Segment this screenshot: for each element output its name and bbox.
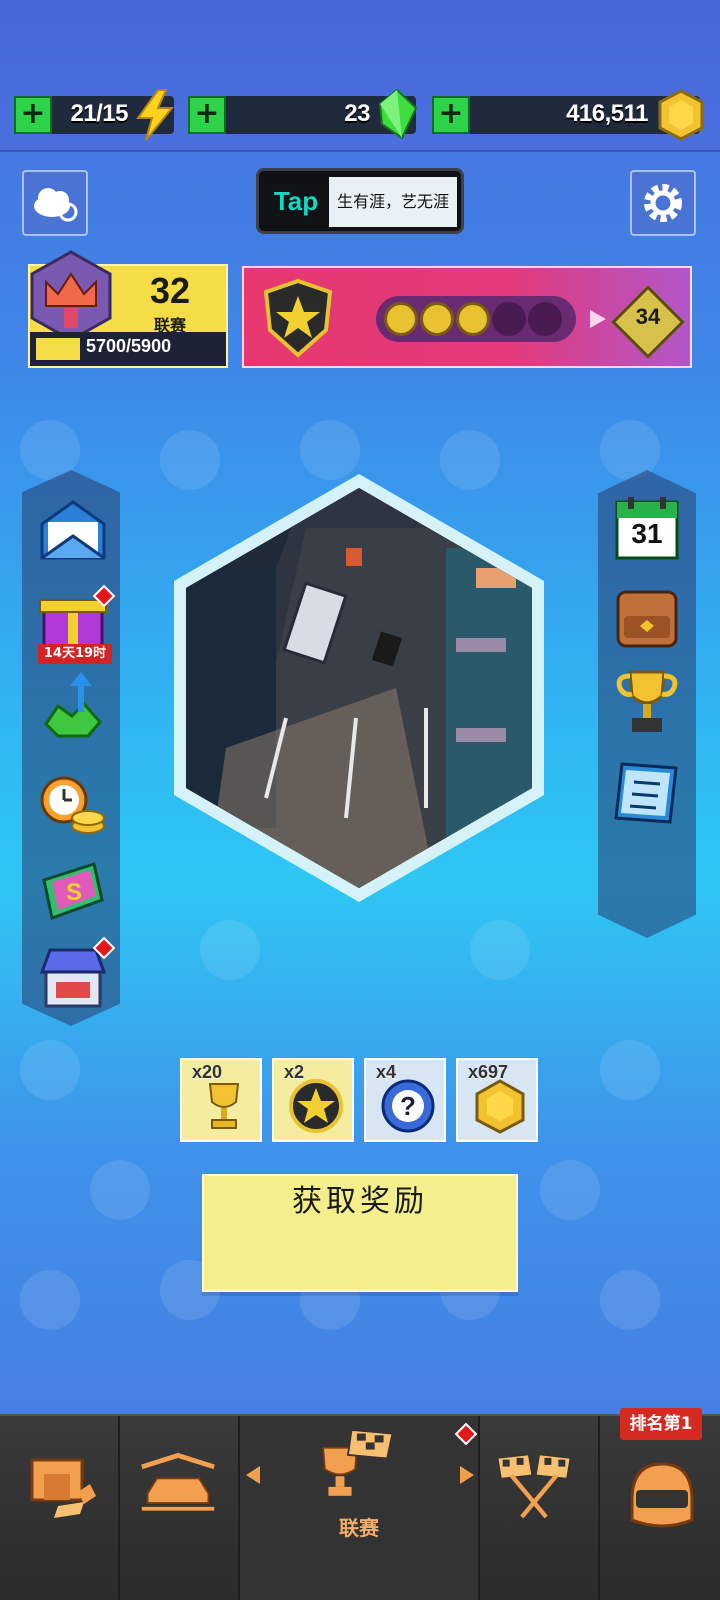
nav-garage[interactable]: [0, 1416, 120, 1600]
reward-count: x2: [284, 1062, 305, 1082]
arrow-right-icon: [590, 310, 606, 328]
calendar-button[interactable]: 31: [614, 496, 680, 562]
car-icon: [141, 1452, 215, 1511]
mail-icon[interactable]: [38, 496, 108, 566]
league-rank-number: 32: [149, 270, 191, 311]
trophy-icon[interactable]: [612, 666, 682, 736]
league-trophy-flag-icon: [322, 1429, 394, 1496]
task-list-icon[interactable]: [612, 758, 682, 828]
backpack-icon[interactable]: [612, 580, 682, 650]
cloud-sync-icon: [34, 188, 78, 222]
reward-item[interactable]: x697: [456, 1058, 538, 1142]
reward-count: x20: [192, 1062, 223, 1082]
gem-upgrade-icon[interactable]: [38, 670, 108, 740]
gem-icon: [378, 88, 418, 140]
reward-item[interactable]: x20: [180, 1058, 262, 1142]
nav-race[interactable]: [480, 1416, 600, 1600]
league-progress-text: 5700/5900: [86, 336, 172, 356]
mystery-token-icon: ?: [381, 1079, 435, 1133]
league-progress-fill: [36, 338, 80, 360]
league-card[interactable]: 32 联赛 5700/5900: [28, 250, 228, 368]
pass-level-number: 34: [635, 304, 661, 329]
settings-button[interactable]: [630, 170, 696, 236]
reward-item[interactable]: ? x4: [364, 1058, 446, 1142]
star-progress-track: [376, 296, 576, 342]
league-progress-bar: 5700/5900: [30, 332, 226, 366]
coin-counter: + 416,511: [432, 89, 704, 141]
top-bar: + 21/15 + 23 + 416,511: [0, 0, 720, 152]
svg-text:S: S: [66, 879, 82, 906]
cloud-sync-button[interactable]: [22, 170, 88, 236]
bottom-nav: 联赛: [0, 1414, 720, 1600]
gift-timer: 14天19时: [38, 644, 112, 664]
reward-item[interactable]: x2: [272, 1058, 354, 1142]
star-progress-dot-empty: [492, 302, 526, 336]
rank-badge: 排名第1: [620, 1408, 702, 1440]
helmet-icon: [630, 1462, 694, 1528]
svg-text:?: ?: [400, 1091, 416, 1121]
star-pass-banner[interactable]: 34: [242, 266, 692, 368]
nav-cars[interactable]: [120, 1416, 240, 1600]
rewards-row: x20 x2 ? x4 x697: [180, 1058, 540, 1142]
arrow-left-icon[interactable]: [246, 1466, 260, 1484]
checkered-flags-icon: [496, 1453, 572, 1519]
star-progress-dot: [456, 302, 490, 336]
garage-icon: [30, 1458, 96, 1518]
claim-rewards-label: 获取奖励: [292, 1184, 428, 1219]
gem-counter: + 23: [188, 88, 418, 140]
timed-coins-icon[interactable]: [38, 770, 108, 840]
star-shield-icon: [263, 278, 333, 358]
taptap-logo: Tap: [265, 179, 327, 223]
crown-shield-icon: [30, 250, 112, 342]
energy-counter: + 21/15: [14, 89, 175, 141]
nav-league-label: 联赛: [339, 1516, 379, 1540]
super-pass-card-icon[interactable]: S: [38, 856, 108, 926]
nav-league[interactable]: 联赛: [240, 1416, 480, 1600]
coin-value: 416,511: [566, 100, 648, 127]
taptap-slogan: 生有涯，艺无涯: [329, 177, 457, 227]
gear-icon: [644, 184, 682, 222]
claim-rewards-button[interactable]: 获取奖励: [202, 1174, 518, 1292]
gem-value: 23: [344, 100, 370, 127]
coin-icon: [475, 1079, 525, 1134]
calendar-day: 31: [631, 518, 663, 549]
arrow-right-icon[interactable]: [460, 1466, 474, 1484]
star-progress-dot: [384, 302, 418, 336]
add-energy-button[interactable]: +: [14, 96, 52, 134]
trophy-icon: [208, 1083, 240, 1129]
nav-profile[interactable]: [600, 1416, 720, 1600]
add-coins-button[interactable]: +: [432, 96, 470, 134]
star-progress-dot: [420, 302, 454, 336]
reward-count: x4: [376, 1062, 397, 1082]
reward-count: x697: [468, 1062, 509, 1082]
star-medal-icon: [289, 1079, 343, 1133]
taptap-banner[interactable]: Tap 生有涯，艺无涯: [256, 168, 464, 234]
add-gems-button[interactable]: +: [188, 96, 226, 134]
star-progress-dot-empty: [528, 302, 562, 336]
coin-icon: [658, 89, 704, 141]
lightning-icon: [136, 89, 175, 141]
notification-badge: [454, 1422, 478, 1446]
energy-value: 21/15: [70, 100, 128, 127]
